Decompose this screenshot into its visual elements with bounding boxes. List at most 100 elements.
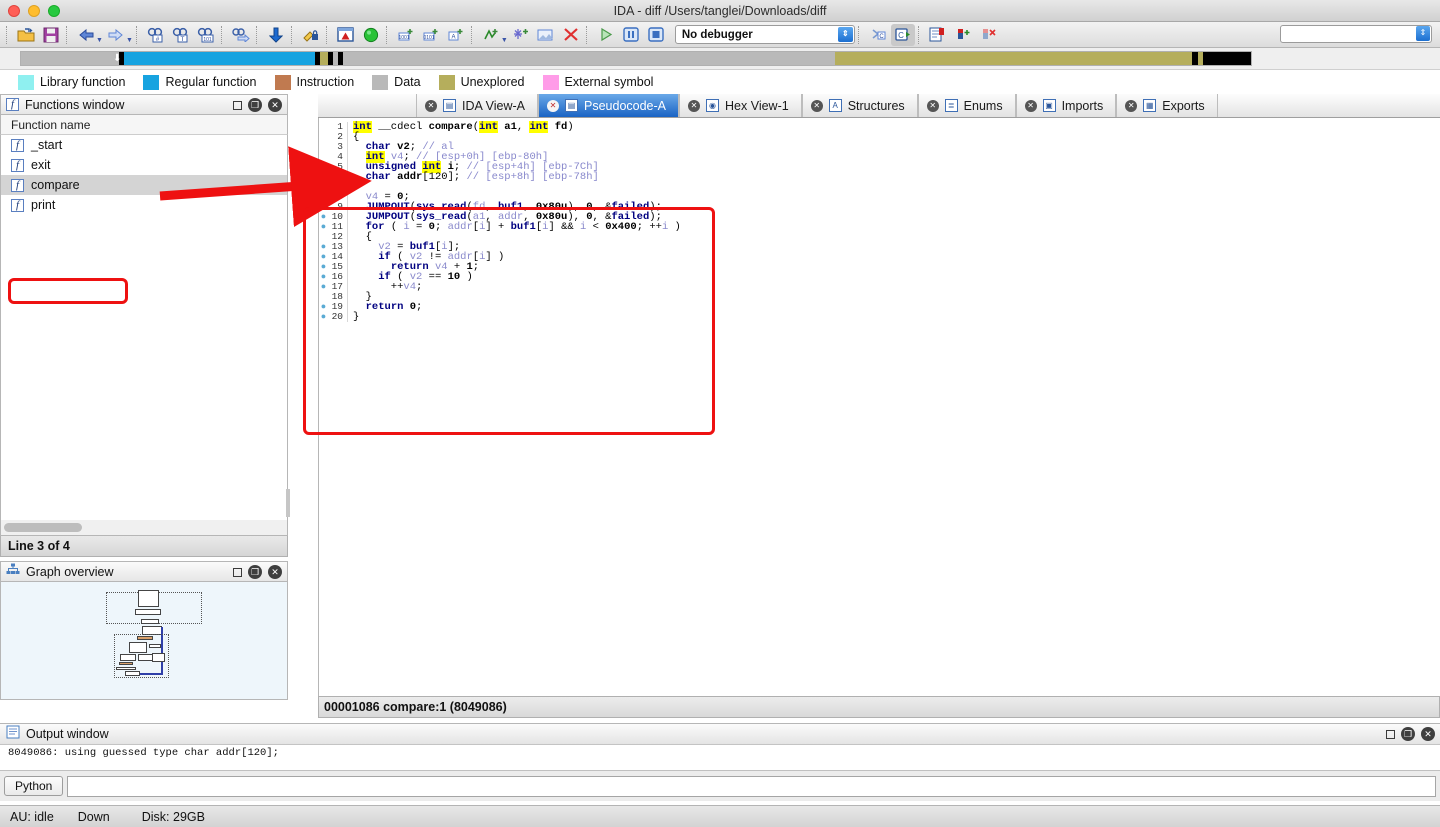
tab-structures[interactable]: ✕ A Structures xyxy=(801,94,918,117)
zoom-window-button[interactable] xyxy=(48,5,60,17)
search-number-icon[interactable]: # xyxy=(144,24,168,46)
tab-enums[interactable]: ✕ ≣ Enums xyxy=(917,94,1016,117)
close-icon[interactable]: ✕ xyxy=(425,99,437,112)
close-icon[interactable]: ✕ xyxy=(1024,99,1037,112)
output-log[interactable]: 8049086: using guessed type char addr[12… xyxy=(0,745,1440,771)
code-line[interactable]: 6 char addr[120]; // [esp+8h] [ebp-78h] xyxy=(319,172,1440,183)
debugger-select[interactable]: No debugger ⇕ xyxy=(674,25,855,44)
breakpoint-dot-icon[interactable]: ● xyxy=(319,313,328,322)
restore-icon[interactable] xyxy=(233,100,242,110)
search-sequence-icon[interactable]: 101 xyxy=(194,24,218,46)
vertical-splitter[interactable] xyxy=(286,489,290,517)
green-circle-icon[interactable] xyxy=(359,24,383,46)
breakpoint-dot-icon[interactable]: ● xyxy=(319,273,328,282)
detach-icon[interactable]: ❐ xyxy=(1401,727,1415,741)
close-icon[interactable]: ✕ xyxy=(926,99,939,112)
pseudocode-text[interactable]: 1 int __cdecl compare(int a1, int fd) 2{3 … xyxy=(319,118,1440,322)
decompile-c-icon[interactable]: C xyxy=(866,24,890,46)
list-item[interactable]: f _start xyxy=(1,135,287,155)
image-icon[interactable] xyxy=(534,24,558,46)
code-line[interactable]: 12 { xyxy=(319,232,1440,243)
create-data-icon[interactable]: 1001 xyxy=(394,24,418,46)
pseudocode-editor[interactable]: 1 int __cdecl compare(int a1, int fd) 2{3 … xyxy=(318,118,1440,696)
breakpoint-dot-icon[interactable]: ● xyxy=(319,243,328,252)
breakpoint-dot-icon[interactable]: ● xyxy=(319,223,328,232)
code-line[interactable]: 18 } xyxy=(319,292,1440,303)
search-text-icon[interactable]: T xyxy=(169,24,193,46)
tab-hex-view-1[interactable]: ✕ ◉ Hex View-1 xyxy=(679,94,802,117)
tab-ida-view-a[interactable]: ✕ ▤ IDA View-A xyxy=(416,94,538,117)
breakpoint-dot-icon[interactable]: ● xyxy=(319,283,328,292)
list-item[interactable]: f exit xyxy=(1,155,287,175)
code-line[interactable]: 1 int __cdecl compare(int a1, int fd) xyxy=(319,121,1440,133)
functions-list[interactable]: f _start f exit f compare f print xyxy=(0,135,288,520)
code-line[interactable]: 7 xyxy=(319,182,1440,192)
decompile-all-icon[interactable]: C xyxy=(890,23,915,46)
python-cli-button[interactable]: Python xyxy=(4,776,64,796)
breakpoint-dot-icon[interactable]: ● xyxy=(319,253,328,262)
nav-forward-icon[interactable] xyxy=(104,24,128,46)
delete-x-icon[interactable] xyxy=(559,24,583,46)
navigation-band[interactable]: ⬇ xyxy=(20,51,1252,66)
nav-forward-dropdown-icon[interactable]: ▼ xyxy=(126,37,133,47)
search-chevron-icon[interactable]: ⇕ xyxy=(1416,26,1430,41)
del-breakpoint-icon[interactable] xyxy=(976,24,1000,46)
tab-exports[interactable]: ✕ ▦ Exports xyxy=(1116,94,1218,117)
stop-icon[interactable] xyxy=(644,24,668,46)
chevron-updown-icon[interactable]: ⇕ xyxy=(837,27,853,42)
functions-horizontal-scrollbar[interactable] xyxy=(0,520,288,536)
function-name-column-header[interactable]: Function name xyxy=(0,115,288,135)
breakpoint-dot-icon[interactable]: ● xyxy=(319,303,328,312)
close-icon[interactable]: ✕ xyxy=(1125,99,1138,112)
code-line[interactable]: ● 16 if ( v2 == 10 ) xyxy=(319,272,1440,283)
add-breakpoint-icon[interactable] xyxy=(951,24,975,46)
new-list-icon[interactable] xyxy=(926,24,950,46)
close-icon[interactable]: ✕ xyxy=(547,99,559,112)
minimize-window-button[interactable] xyxy=(28,5,40,17)
code-line[interactable]: ● 15 return v4 + 1; xyxy=(319,262,1440,273)
scrollbar-thumb[interactable] xyxy=(4,523,82,532)
jump-icon[interactable] xyxy=(229,24,253,46)
restore-icon[interactable] xyxy=(1386,729,1395,739)
breakpoint-dot-icon[interactable]: ● xyxy=(319,193,328,202)
list-item-compare[interactable]: f compare xyxy=(1,175,287,195)
code-line[interactable]: ● 17 ++v4; xyxy=(319,282,1440,293)
down-arrow-icon[interactable] xyxy=(264,24,288,46)
pause-icon[interactable] xyxy=(619,24,643,46)
close-icon[interactable]: ✕ xyxy=(688,99,701,112)
close-icon[interactable]: ✕ xyxy=(810,99,823,112)
breakpoint-dot-icon[interactable]: ● xyxy=(319,213,328,222)
code-line[interactable]: ● 19 return 0; xyxy=(319,302,1440,313)
open-file-icon[interactable] xyxy=(14,24,38,46)
search-field[interactable]: ⇕ xyxy=(1280,25,1432,43)
breakpoint-dot-icon[interactable]: ● xyxy=(319,203,328,212)
close-window-button[interactable] xyxy=(8,5,20,17)
tab-pseudocode-a[interactable]: ✕ ▤ Pseudocode-A xyxy=(538,94,680,117)
code-line[interactable]: 2{ xyxy=(319,132,1440,143)
code-line[interactable]: ● 14 if ( v2 != addr[i] ) xyxy=(319,252,1440,263)
nav-back-icon[interactable] xyxy=(74,24,98,46)
close-icon[interactable]: ✕ xyxy=(1421,727,1435,741)
create-array-icon[interactable]: 0101 xyxy=(419,24,443,46)
restore-icon[interactable] xyxy=(233,567,242,577)
save-icon[interactable] xyxy=(39,24,63,46)
tab-imports[interactable]: ✕ ▣ Imports xyxy=(1015,94,1117,117)
create-function-dropdown-icon[interactable]: ▼ xyxy=(501,37,508,47)
close-icon[interactable]: ✕ xyxy=(268,98,282,112)
create-function-icon[interactable] xyxy=(479,24,503,46)
graph-overview-canvas[interactable] xyxy=(0,582,288,700)
create-struct-icon[interactable]: A xyxy=(444,24,468,46)
warning-window-icon[interactable] xyxy=(334,24,358,46)
create-snowflake-icon[interactable] xyxy=(509,24,533,46)
key-lock-icon[interactable] xyxy=(299,24,323,46)
nav-back-dropdown-icon[interactable]: ▼ xyxy=(96,37,103,47)
code-line[interactable]: ● 20} xyxy=(319,312,1440,323)
run-icon[interactable] xyxy=(594,24,618,46)
detach-icon[interactable]: ❐ xyxy=(248,98,262,112)
breakpoint-dot-icon[interactable]: ● xyxy=(319,263,328,272)
detach-icon[interactable]: ❐ xyxy=(248,565,262,579)
close-icon[interactable]: ✕ xyxy=(268,565,282,579)
code-line[interactable]: ● 11 for ( i = 0; addr[i] + buf1[i] && i … xyxy=(319,222,1440,233)
list-item[interactable]: f print xyxy=(1,195,287,215)
cli-input[interactable] xyxy=(67,775,1436,797)
